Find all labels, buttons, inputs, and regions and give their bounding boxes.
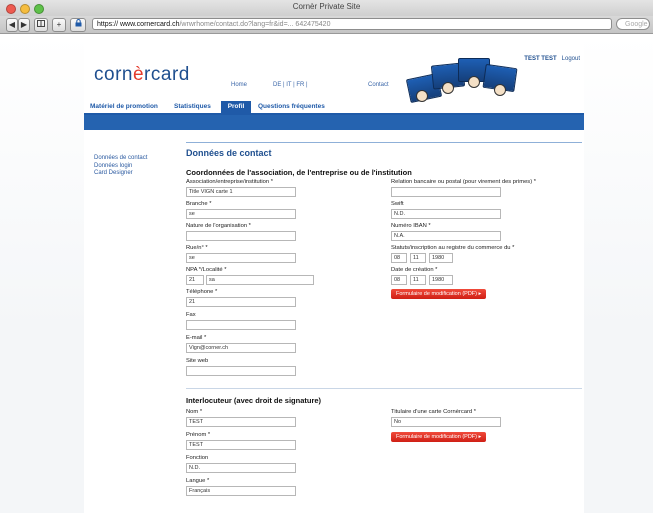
- label-iban: Numéro IBAN *: [391, 223, 431, 229]
- nav-faq[interactable]: Questions fréquentes: [258, 103, 325, 110]
- blue-banner: [84, 115, 584, 130]
- iban-input[interactable]: N.A.: [391, 231, 501, 241]
- label-website: Site web: [186, 358, 209, 364]
- label-first-name: Prénom *: [186, 432, 211, 438]
- forward-button[interactable]: ▶: [18, 18, 30, 32]
- mascot-face: [442, 82, 454, 94]
- last-name-input[interactable]: TEST: [186, 417, 296, 427]
- logout-link[interactable]: Logout: [562, 56, 580, 62]
- address-bar[interactable]: https:// www.cornercard.ch/wrwrhome/cont…: [92, 18, 612, 30]
- header-illustration: [402, 48, 522, 108]
- language-switcher[interactable]: DE | IT | FR |: [273, 82, 308, 88]
- bookmarks-button[interactable]: [34, 18, 48, 32]
- cornercard-logo[interactable]: cornèrcard: [94, 64, 190, 86]
- label-creation-date: Date de création *: [391, 267, 438, 273]
- sidebar-item-contact-data[interactable]: Données de contact: [94, 155, 147, 163]
- label-organisation: Association/entreprise/institution *: [186, 179, 273, 185]
- nav-promotion[interactable]: Matériel de promotion: [90, 103, 158, 110]
- nav-statistics[interactable]: Statistiques: [174, 103, 211, 110]
- divider: [186, 388, 582, 389]
- card-holder-input[interactable]: No: [391, 417, 501, 427]
- mascot-face: [468, 76, 480, 88]
- divider: [186, 142, 582, 143]
- creation-year-input[interactable]: 1980: [429, 275, 453, 285]
- first-name-input[interactable]: TEST: [186, 440, 296, 450]
- fax-input[interactable]: [186, 320, 296, 330]
- label-swift: Swift: [391, 201, 404, 207]
- add-bookmark-button[interactable]: +: [52, 18, 66, 32]
- label-email: E-mail *: [186, 335, 207, 341]
- logo-part-1: corn: [94, 64, 133, 85]
- user-info: TEST TEST Logout: [524, 56, 580, 62]
- organisation-type-input[interactable]: [186, 231, 296, 241]
- sidebar: Données de contact Données login Card De…: [94, 155, 147, 178]
- user-name: TEST TEST: [524, 56, 557, 62]
- email-input[interactable]: Vign@corner.ch: [186, 343, 296, 353]
- label-bank-relation: Relation bancaire ou postal (pour vireme…: [391, 179, 536, 185]
- label-language: Langue *: [186, 478, 210, 484]
- page-title: Données de contact: [186, 148, 272, 158]
- function-input[interactable]: N.D.: [186, 463, 296, 473]
- site-container: cornèrcard Home DE | IT | FR | Contact T…: [84, 34, 584, 513]
- lock-icon: [75, 19, 81, 27]
- logo-accent: è: [132, 64, 145, 85]
- registry-year-input[interactable]: 1980: [429, 253, 453, 263]
- browser-window: Cornèr Private Site ◀ ▶ + https:// www.c…: [0, 0, 653, 513]
- window-title: Cornèr Private Site: [292, 2, 361, 11]
- url-host: https:// www.cornercard.ch: [97, 21, 180, 28]
- browser-toolbar: ◀ ▶ + https:// www.cornercard.ch/wrwrhom…: [0, 16, 653, 34]
- arrow-right-icon: ▸: [478, 434, 482, 440]
- registry-day-input[interactable]: 08: [391, 253, 407, 263]
- swift-input[interactable]: N.D.: [391, 209, 501, 219]
- label-registry-date: Statuts/inscription au registre du comme…: [391, 245, 515, 251]
- pdf-form-button[interactable]: Formulaire de modification (PDF) ▸: [391, 289, 487, 299]
- creation-month-input[interactable]: 11: [410, 275, 426, 285]
- main-nav: Matériel de promotion Statistiques Profi…: [84, 101, 584, 115]
- title-bar: Cornèr Private Site: [0, 0, 653, 17]
- street-input[interactable]: se: [186, 253, 296, 263]
- home-link[interactable]: Home: [231, 82, 247, 88]
- nav-profile[interactable]: Profil: [221, 101, 251, 113]
- bookmarks-icon: [37, 20, 45, 27]
- label-branch: Branche *: [186, 201, 212, 207]
- url-path: /wrwrhome/contact.do?lang=fr&id=... 6424…: [179, 21, 331, 28]
- zip-input[interactable]: 21: [186, 275, 204, 285]
- contact-link[interactable]: Contact: [368, 82, 389, 88]
- label-street: Rue/n° *: [186, 245, 208, 251]
- branch-input[interactable]: se: [186, 209, 296, 219]
- mascot-face: [494, 84, 506, 96]
- page-viewport: cornèrcard Home DE | IT | FR | Contact T…: [0, 34, 653, 513]
- creation-day-input[interactable]: 08: [391, 275, 407, 285]
- phone-input[interactable]: 21: [186, 297, 296, 307]
- arrow-right-icon: ▸: [478, 291, 482, 297]
- sidebar-item-login-data[interactable]: Données login: [94, 163, 147, 171]
- label-organisation-type: Nature de l'organisation *: [186, 223, 251, 229]
- pdf-form-button-2[interactable]: Formulaire de modification (PDF) ▸: [391, 432, 487, 442]
- section-title-organisation: Coordonnées de l'association, de l'entre…: [186, 168, 412, 177]
- label-fax: Fax: [186, 312, 196, 318]
- search-input[interactable]: Google: [616, 18, 650, 30]
- language-select[interactable]: Français: [186, 486, 296, 496]
- website-input[interactable]: [186, 366, 296, 376]
- label-phone: Téléphone *: [186, 289, 218, 295]
- label-function: Fonction: [186, 455, 209, 461]
- registry-month-input[interactable]: 11: [410, 253, 426, 263]
- sidebar-item-card-designer[interactable]: Card Designer: [94, 170, 147, 178]
- label-last-name: Nom *: [186, 409, 203, 415]
- pdf-button-label: Formulaire de modification (PDF): [396, 434, 477, 440]
- bank-relation-input[interactable]: [391, 187, 501, 197]
- label-card-holder: Titulaire d'une carte Cornèrcard *: [391, 409, 476, 415]
- organisation-input[interactable]: Title VIGN carte 1: [186, 187, 296, 197]
- back-button[interactable]: ◀: [6, 18, 18, 32]
- pdf-button-label: Formulaire de modification (PDF): [396, 291, 477, 297]
- label-zip-city: NPA */Localité *: [186, 267, 227, 273]
- city-input[interactable]: sa: [206, 275, 314, 285]
- ssl-button[interactable]: [70, 18, 86, 32]
- section-title-contact-person: Interlocuteur (avec droit de signature): [186, 396, 322, 405]
- logo-part-2: rcard: [144, 64, 190, 85]
